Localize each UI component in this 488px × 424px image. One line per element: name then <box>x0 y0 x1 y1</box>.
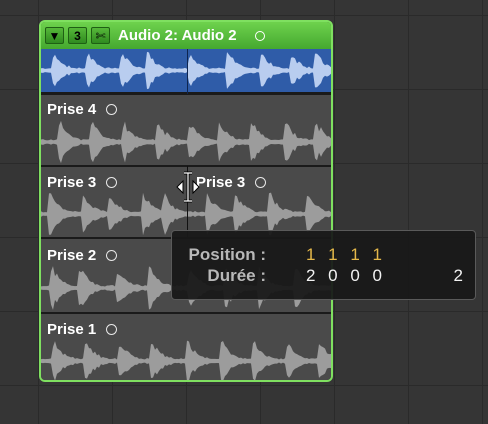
triangle-down-icon: ▼ <box>48 28 61 43</box>
circle-icon <box>106 177 118 188</box>
comp-waveform <box>41 51 331 90</box>
take-folder-title: Audio 2: Audio 2 <box>118 27 237 44</box>
duration-value: 2 0 0 0 <box>306 266 386 285</box>
scissors-icon: ✄ <box>95 28 106 43</box>
take-lane-prise-1[interactable]: Prise 1 <box>41 313 331 380</box>
circle-icon <box>106 104 118 115</box>
take-waveform <box>41 120 331 164</box>
position-label: Position : <box>188 245 266 264</box>
take-label: Prise 2 <box>47 247 97 264</box>
take-count-button[interactable]: 3 <box>68 27 87 44</box>
quick-swipe-button[interactable]: ✄ <box>91 27 110 44</box>
circle-icon <box>106 250 118 261</box>
position-value: 1 1 1 1 <box>306 245 386 264</box>
duration-extra-value: 2 <box>453 266 463 285</box>
circle-icon <box>255 177 267 188</box>
take-label: Prise 4 <box>47 101 97 118</box>
disclosure-triangle-button[interactable]: ▼ <box>45 27 64 44</box>
comp-lane[interactable] <box>41 49 331 94</box>
take-count: 3 <box>74 28 81 43</box>
resize-cursor-icon <box>176 171 200 203</box>
circle-icon <box>254 30 265 41</box>
comp-divider <box>187 49 188 94</box>
circle-icon <box>106 324 118 335</box>
duration-label: Durée : <box>207 266 266 285</box>
take-folder-header[interactable]: ▼ 3 ✄ Audio 2: Audio 2 <box>41 22 331 49</box>
position-tooltip: Position : 1 1 1 1 Durée : 2 0 0 0 2 <box>171 230 476 300</box>
take-waveform <box>41 340 331 380</box>
take-lane-prise-4[interactable]: Prise 4 <box>41 94 331 166</box>
